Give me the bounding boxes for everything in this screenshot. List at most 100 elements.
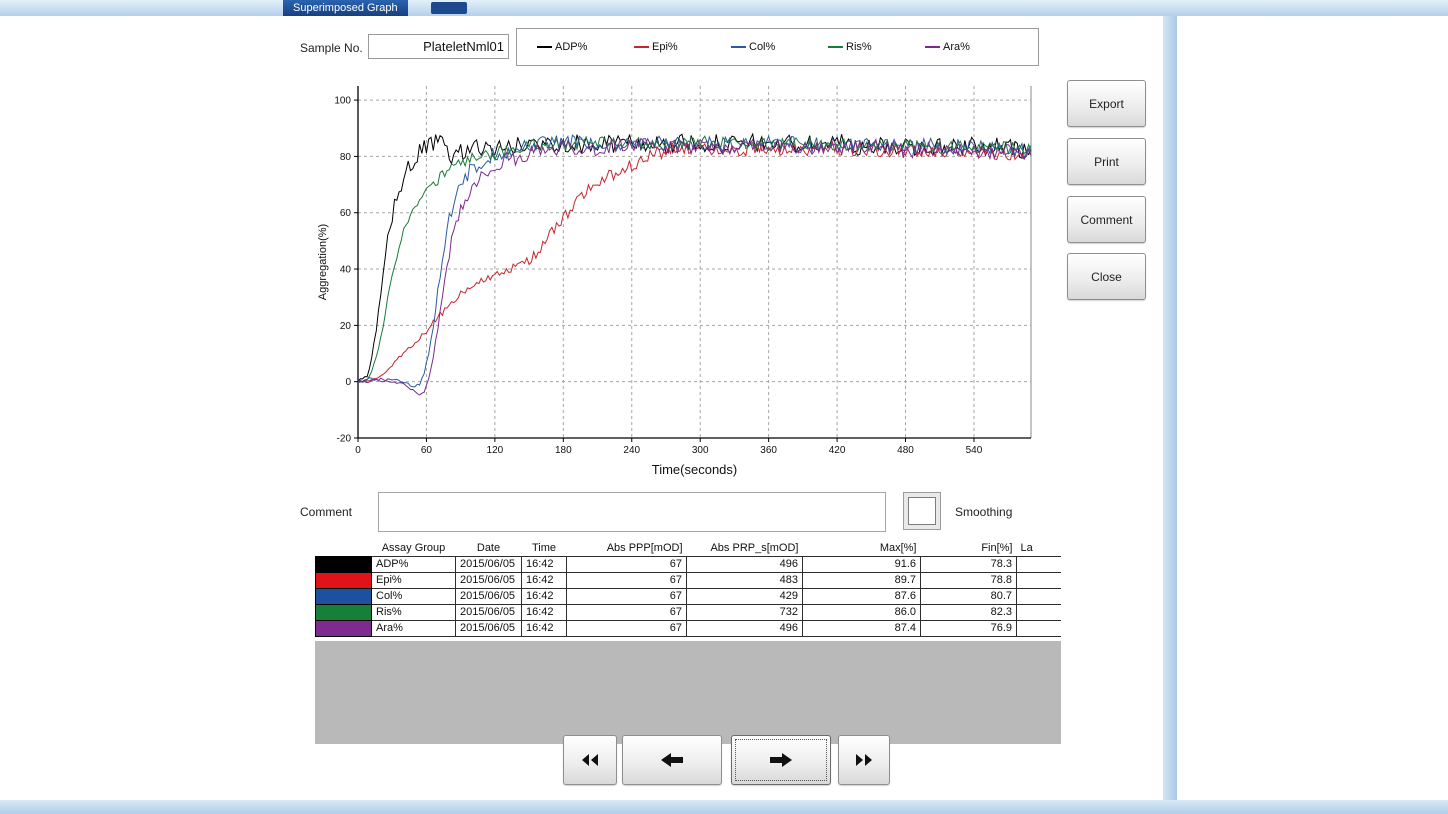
series-color-swatch xyxy=(316,556,372,572)
table-cell-assay: Ara% xyxy=(372,620,456,636)
table-cell-la xyxy=(1017,588,1062,604)
table-cell-time: 16:42 xyxy=(522,620,567,636)
table-cell-assay: Ris% xyxy=(372,604,456,620)
table-cell-date: 2015/06/05 xyxy=(456,604,522,620)
table-cell-abs_ppp: 67 xyxy=(567,620,687,636)
legend-line-icon xyxy=(537,46,552,48)
last-record-icon xyxy=(853,752,875,768)
legend-line-icon xyxy=(828,46,843,48)
aggregation-chart: 060120180240300360420480540-200204060801… xyxy=(313,80,1039,482)
table-cell-fin: 78.3 xyxy=(921,556,1017,572)
table-cell-abs_ppp: 67 xyxy=(567,556,687,572)
series-color-swatch xyxy=(316,572,372,588)
table-header-la: La xyxy=(1017,540,1062,556)
svg-text:60: 60 xyxy=(340,208,352,219)
table-header-max: Max[%] xyxy=(803,540,921,556)
table-header-time: Time xyxy=(522,540,567,556)
export-button[interactable]: Export xyxy=(1067,80,1146,127)
previous-record-icon xyxy=(659,752,685,768)
smoothing-checkbox[interactable] xyxy=(903,492,941,530)
table-cell-abs_prp: 483 xyxy=(687,572,803,588)
taskbar-thumbnail xyxy=(431,2,467,14)
table-cell-assay: ADP% xyxy=(372,556,456,572)
results-table-wrap: Assay GroupDateTimeAbs PPP[mOD]Abs PRP_s… xyxy=(315,540,1061,637)
table-row[interactable]: Col%2015/06/0516:426742987.680.7 xyxy=(316,588,1062,604)
legend-label: Epi% xyxy=(652,41,678,53)
table-cell-date: 2015/06/05 xyxy=(456,620,522,636)
legend-label: ADP% xyxy=(555,41,587,53)
svg-text:420: 420 xyxy=(829,445,846,456)
svg-text:60: 60 xyxy=(421,445,433,456)
sample-no-label: Sample No. xyxy=(300,41,363,55)
next-record-icon xyxy=(768,752,794,768)
svg-text:Aggregation(%): Aggregation(%) xyxy=(317,224,329,300)
table-header-abs_ppp: Abs PPP[mOD] xyxy=(567,540,687,556)
table-cell-abs_prp: 496 xyxy=(687,620,803,636)
legend-item-Epi%: Epi% xyxy=(634,41,731,53)
svg-text:180: 180 xyxy=(555,445,572,456)
table-cell-la xyxy=(1017,604,1062,620)
table-header-date: Date xyxy=(456,540,522,556)
table-cell-la xyxy=(1017,556,1062,572)
table-cell-abs_prp: 429 xyxy=(687,588,803,604)
table-cell-fin: 82.3 xyxy=(921,604,1017,620)
legend-item-Ris%: Ris% xyxy=(828,41,925,53)
table-cell-abs_ppp: 67 xyxy=(567,604,687,620)
table-header-fin: Fin[%] xyxy=(921,540,1017,556)
svg-text:0: 0 xyxy=(355,445,361,456)
svg-text:480: 480 xyxy=(897,445,914,456)
svg-text:20: 20 xyxy=(340,321,352,332)
table-cell-time: 16:42 xyxy=(522,588,567,604)
svg-text:Time(seconds): Time(seconds) xyxy=(652,462,737,477)
smoothing-label: Smoothing xyxy=(955,505,1012,519)
table-row[interactable]: Epi%2015/06/0516:426748389.778.8 xyxy=(316,572,1062,588)
next-record-button[interactable] xyxy=(731,735,831,785)
previous-record-button[interactable] xyxy=(622,735,722,785)
series-ADP% xyxy=(358,134,1031,382)
print-button[interactable]: Print xyxy=(1067,138,1146,185)
sample-no-field[interactable] xyxy=(368,34,509,59)
desktop-bottom-strip xyxy=(0,800,1448,814)
last-record-button[interactable] xyxy=(838,735,890,785)
table-header-abs_prp: Abs PRP_s[mOD] xyxy=(687,540,803,556)
table-cell-time: 16:42 xyxy=(522,572,567,588)
superimposed-graph-window: Sample No. ADP%Epi%Col%Ris%Ara% 06012018… xyxy=(283,16,1163,800)
table-cell-abs_prp: 496 xyxy=(687,556,803,572)
comment-button[interactable]: Comment xyxy=(1067,196,1146,243)
table-cell-la xyxy=(1017,620,1062,636)
close-button[interactable]: Close xyxy=(1067,253,1146,300)
svg-text:240: 240 xyxy=(623,445,640,456)
table-cell-assay: Col% xyxy=(372,588,456,604)
legend-label: Ara% xyxy=(943,41,970,53)
window-right-edge xyxy=(1163,16,1177,800)
series-Ara% xyxy=(358,138,1031,395)
svg-text:360: 360 xyxy=(760,445,777,456)
svg-text:0: 0 xyxy=(345,377,351,388)
table-cell-fin: 80.7 xyxy=(921,588,1017,604)
table-cell-max: 87.6 xyxy=(803,588,921,604)
table-cell-date: 2015/06/05 xyxy=(456,556,522,572)
table-cell-abs_prp: 732 xyxy=(687,604,803,620)
series-color-swatch xyxy=(316,604,372,620)
window-title: Superimposed Graph xyxy=(283,0,408,16)
table-header-assay: Assay Group xyxy=(372,540,456,556)
table-row[interactable]: ADP%2015/06/0516:426749691.678.3 xyxy=(316,556,1062,572)
series-Ris% xyxy=(358,136,1031,382)
table-row[interactable]: Ara%2015/06/0516:426749687.476.9 xyxy=(316,620,1062,636)
first-record-icon xyxy=(579,752,601,768)
table-cell-max: 86.0 xyxy=(803,604,921,620)
legend-line-icon xyxy=(925,46,940,48)
first-record-button[interactable] xyxy=(563,735,617,785)
table-cell-abs_ppp: 67 xyxy=(567,572,687,588)
svg-text:100: 100 xyxy=(334,96,351,107)
series-color-swatch xyxy=(316,588,372,604)
series-Epi% xyxy=(358,142,1031,382)
table-cell-fin: 78.8 xyxy=(921,572,1017,588)
table-empty-area xyxy=(315,641,1061,744)
comment-field[interactable] xyxy=(378,492,886,532)
series-Col% xyxy=(358,135,1031,387)
table-header-row: Assay GroupDateTimeAbs PPP[mOD]Abs PRP_s… xyxy=(316,540,1062,556)
table-cell-assay: Epi% xyxy=(372,572,456,588)
table-cell-time: 16:42 xyxy=(522,604,567,620)
table-row[interactable]: Ris%2015/06/0516:426773286.082.3 xyxy=(316,604,1062,620)
